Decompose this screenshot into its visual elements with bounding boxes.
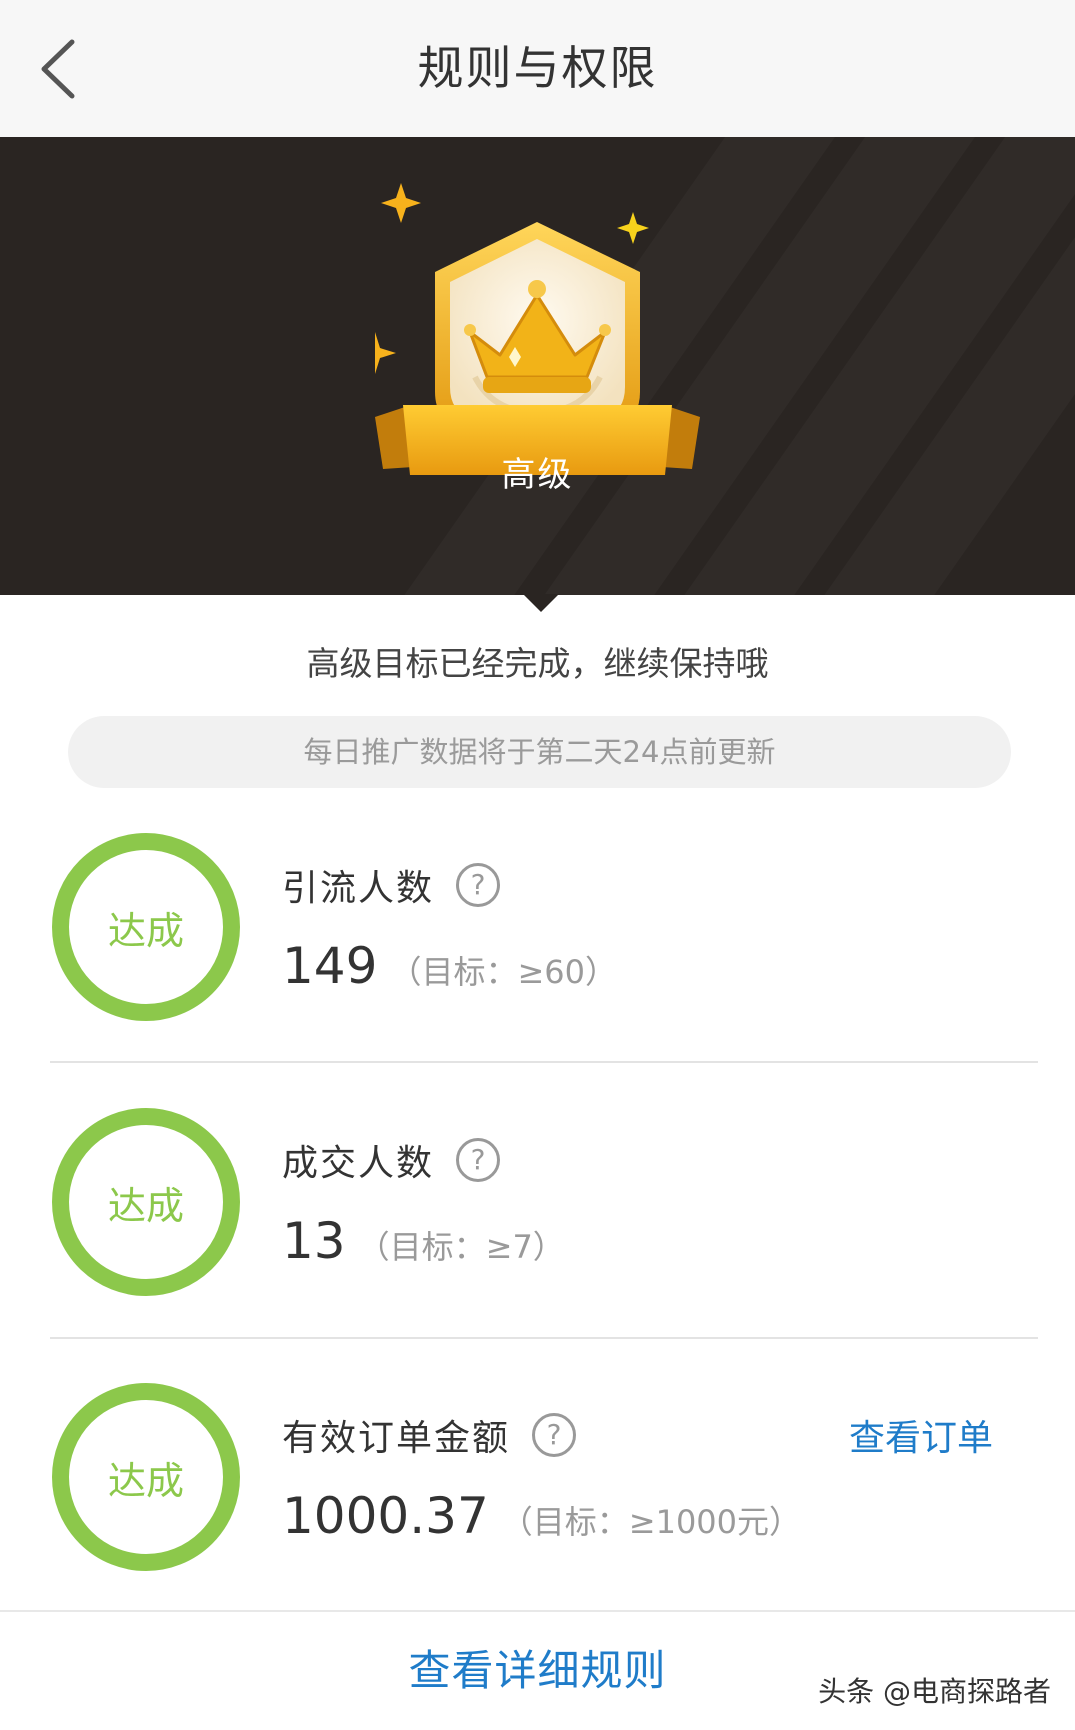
metric-value: 13 bbox=[282, 1212, 346, 1270]
status-label: 达成 bbox=[107, 1183, 184, 1228]
metric-target: （目标：≥1000元） bbox=[500, 1503, 802, 1541]
banner-pointer bbox=[523, 594, 559, 612]
metric-value: 149 bbox=[282, 937, 378, 995]
navigation-bar: 规则与权限 bbox=[0, 0, 1075, 137]
metric-target: （目标：≥7） bbox=[357, 1228, 565, 1266]
view-orders-link[interactable]: 查看订单 bbox=[849, 1409, 993, 1461]
status-message: 高级目标已经完成，继续保持哦 bbox=[306, 644, 769, 683]
metric-value-line: 149 （目标：≥60） bbox=[282, 937, 617, 995]
metric-row-traffic: 达成 引流人数 ? 149 （目标：≥60） bbox=[0, 833, 1075, 1105]
help-icon[interactable]: ? bbox=[456, 863, 500, 907]
help-icon[interactable]: ? bbox=[532, 1413, 576, 1457]
metric-label: 成交人数 bbox=[282, 1143, 435, 1184]
status-label: 达成 bbox=[107, 908, 184, 953]
help-icon[interactable]: ? bbox=[456, 1138, 500, 1182]
status-ring: 达成 bbox=[52, 1383, 240, 1571]
status-ring: 达成 bbox=[52, 1108, 240, 1296]
status-ring: 达成 bbox=[52, 833, 240, 1021]
metric-label: 有效订单金额 bbox=[282, 1418, 511, 1459]
watermark: 头条 @电商探路者 bbox=[818, 1675, 1051, 1708]
level-label: 高级 bbox=[501, 455, 574, 495]
page-title: 规则与权限 bbox=[417, 41, 658, 95]
status-label: 达成 bbox=[107, 1458, 184, 1503]
metric-target: （目标：≥60） bbox=[389, 953, 617, 991]
metric-label: 引流人数 bbox=[282, 868, 435, 909]
update-notice: 每日推广数据将于第二天24点前更新 bbox=[68, 716, 1011, 788]
level-banner: 高级 bbox=[0, 137, 1075, 595]
metric-value: 1000.37 bbox=[282, 1487, 489, 1545]
sparkle-icon bbox=[381, 183, 421, 223]
divider bbox=[50, 1061, 1038, 1063]
metric-row-buyers: 达成 成交人数 ? 13 （目标：≥7） bbox=[0, 1108, 1075, 1380]
metric-value-line: 1000.37 （目标：≥1000元） bbox=[282, 1487, 801, 1545]
metric-value-line: 13 （目标：≥7） bbox=[282, 1212, 565, 1270]
level-badge: 高级 bbox=[354, 177, 700, 517]
divider bbox=[50, 1337, 1038, 1339]
